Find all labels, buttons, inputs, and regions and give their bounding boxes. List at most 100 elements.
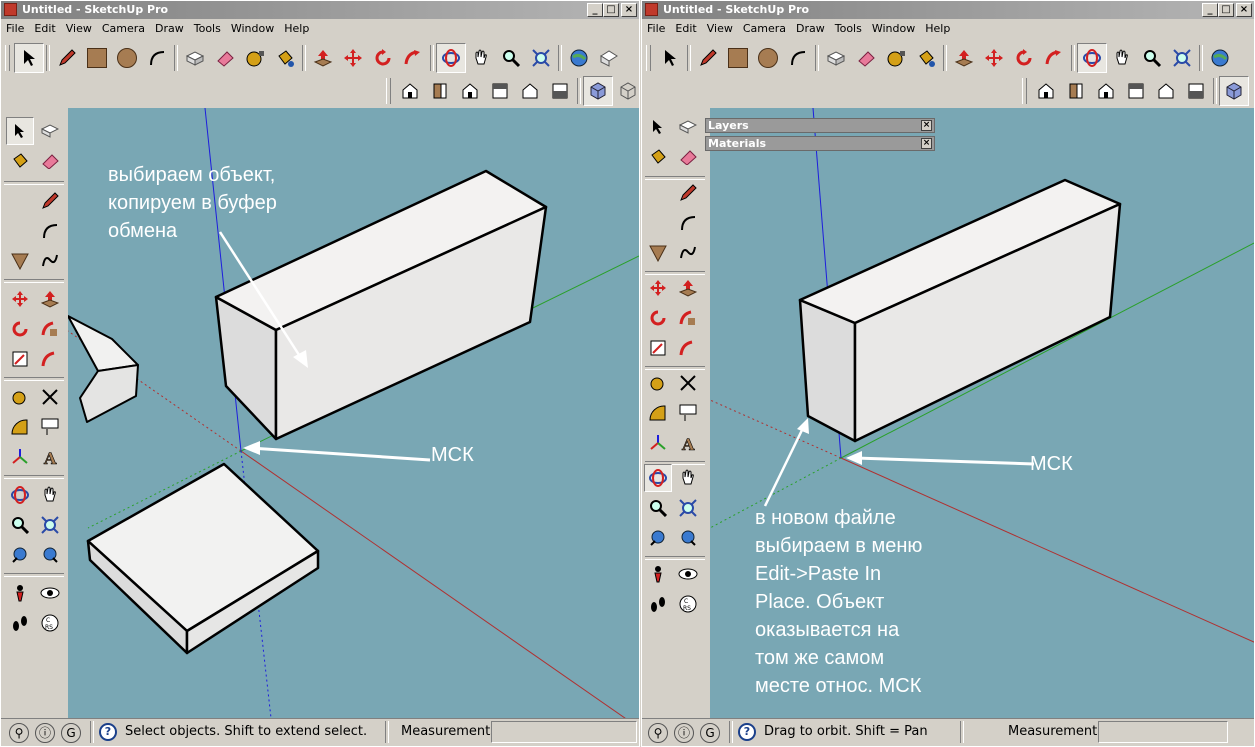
rotate-icon[interactable] xyxy=(368,43,398,73)
pan-icon[interactable] xyxy=(674,464,702,492)
paint-bucket-icon[interactable] xyxy=(644,143,672,171)
arc-icon[interactable] xyxy=(783,43,813,73)
xray-cube-icon[interactable] xyxy=(583,76,613,106)
dimension-icon[interactable] xyxy=(674,369,702,397)
select-icon[interactable] xyxy=(644,113,672,141)
maximize-button[interactable]: □ xyxy=(1218,3,1234,17)
paint-bucket-icon[interactable] xyxy=(911,43,941,73)
arc-icon[interactable] xyxy=(674,209,702,237)
section-plane-icon[interactable]: C RS xyxy=(36,609,64,637)
back-view-icon[interactable] xyxy=(1151,76,1181,106)
partial-box[interactable] xyxy=(68,315,139,423)
offset-icon[interactable] xyxy=(36,345,64,373)
top-view-icon[interactable] xyxy=(1061,76,1091,106)
menu-tools[interactable]: Tools xyxy=(830,20,867,40)
rotate-icon[interactable] xyxy=(6,315,34,343)
help-icon[interactable]: ? xyxy=(99,723,117,741)
left-view-icon[interactable] xyxy=(1181,76,1211,106)
rectangle-icon[interactable] xyxy=(644,179,672,207)
eraser-icon[interactable] xyxy=(36,147,64,175)
xray-cube-icon[interactable] xyxy=(1219,76,1249,106)
menu-view[interactable]: View xyxy=(702,20,738,40)
menu-window[interactable]: Window xyxy=(867,20,920,40)
flat-slab[interactable] xyxy=(86,462,320,655)
menu-draw[interactable]: Draw xyxy=(791,20,830,40)
model-viewport[interactable]: МСК в новом файле выбираем в меню Edit->… xyxy=(710,108,1254,718)
measurements-input[interactable] xyxy=(1098,721,1228,743)
tape-measure-icon[interactable] xyxy=(644,369,672,397)
pencil-icon[interactable] xyxy=(52,43,82,73)
tray-materials[interactable]: Materials × xyxy=(705,136,935,151)
warehouse-icon[interactable] xyxy=(594,43,624,73)
move-icon[interactable] xyxy=(644,274,672,302)
menu-camera[interactable]: Camera xyxy=(97,20,150,40)
zoom-extents-icon[interactable] xyxy=(526,43,556,73)
zoom-extents-icon[interactable] xyxy=(36,511,64,539)
scale-icon[interactable] xyxy=(6,345,34,373)
pan-icon[interactable] xyxy=(36,481,64,509)
freehand-icon[interactable] xyxy=(674,239,702,267)
follow-me-icon[interactable] xyxy=(36,315,64,343)
iso-view-icon[interactable] xyxy=(395,76,425,106)
move-icon[interactable] xyxy=(979,43,1009,73)
rectangle-icon[interactable] xyxy=(723,43,753,73)
follow-me-icon[interactable] xyxy=(1039,43,1069,73)
pencil-icon[interactable] xyxy=(693,43,723,73)
pan-icon[interactable] xyxy=(1107,43,1137,73)
close-button[interactable]: × xyxy=(621,3,637,17)
axes-icon[interactable] xyxy=(6,443,34,471)
circle-icon[interactable] xyxy=(753,43,783,73)
right-view-icon[interactable] xyxy=(1121,76,1151,106)
tape-measure-icon[interactable] xyxy=(240,43,270,73)
walk-icon[interactable] xyxy=(644,590,672,618)
circle-icon[interactable] xyxy=(644,209,672,237)
right-view-icon[interactable] xyxy=(485,76,515,106)
geolocation-status-icon[interactable]: ⚲ xyxy=(648,723,668,743)
protractor-icon[interactable] xyxy=(644,399,672,427)
protractor-icon[interactable] xyxy=(6,413,34,441)
orbit-icon[interactable] xyxy=(436,43,466,73)
eraser-icon[interactable] xyxy=(674,143,702,171)
text-label-icon[interactable] xyxy=(36,413,64,441)
pencil-icon[interactable] xyxy=(36,187,64,215)
follow-me-icon[interactable] xyxy=(398,43,428,73)
tape-measure-icon[interactable] xyxy=(6,383,34,411)
circle-icon[interactable] xyxy=(6,217,34,245)
menu-file[interactable]: File xyxy=(642,20,670,40)
zoom-icon[interactable] xyxy=(1137,43,1167,73)
front-view-icon[interactable] xyxy=(1091,76,1121,106)
3d-text-icon[interactable]: A xyxy=(674,429,702,457)
push-pull-icon[interactable] xyxy=(674,274,702,302)
rotate-icon[interactable] xyxy=(1009,43,1039,73)
scale-icon[interactable] xyxy=(644,334,672,362)
maximize-button[interactable]: □ xyxy=(603,3,619,17)
follow-me-icon[interactable] xyxy=(674,304,702,332)
3d-text-icon[interactable]: A xyxy=(36,443,64,471)
rectangle-icon[interactable] xyxy=(6,187,34,215)
polygon-icon[interactable] xyxy=(6,247,34,275)
close-button[interactable]: × xyxy=(1236,3,1252,17)
minimize-button[interactable]: _ xyxy=(587,3,603,17)
tray-close-icon[interactable]: × xyxy=(921,120,932,131)
arc-icon[interactable] xyxy=(142,43,172,73)
orbit-icon[interactable] xyxy=(1077,43,1107,73)
circle-icon[interactable] xyxy=(112,43,142,73)
position-camera-icon[interactable] xyxy=(6,579,34,607)
eraser-icon[interactable] xyxy=(210,43,240,73)
iso-view-icon[interactable] xyxy=(1031,76,1061,106)
pan-icon[interactable] xyxy=(466,43,496,73)
previous-view-icon[interactable] xyxy=(644,524,672,552)
zoom-extents-icon[interactable] xyxy=(674,494,702,522)
select-icon[interactable] xyxy=(655,43,685,73)
menu-draw[interactable]: Draw xyxy=(150,20,189,40)
offset-icon[interactable] xyxy=(674,334,702,362)
make-component-icon[interactable] xyxy=(821,43,851,73)
next-view-icon[interactable] xyxy=(674,524,702,552)
menu-edit[interactable]: Edit xyxy=(29,20,60,40)
back-view-icon[interactable] xyxy=(515,76,545,106)
menu-camera[interactable]: Camera xyxy=(738,20,791,40)
geolocation-icon[interactable] xyxy=(1205,43,1235,73)
top-view-icon[interactable] xyxy=(425,76,455,106)
freehand-icon[interactable] xyxy=(36,247,64,275)
orbit-icon[interactable] xyxy=(644,464,672,492)
